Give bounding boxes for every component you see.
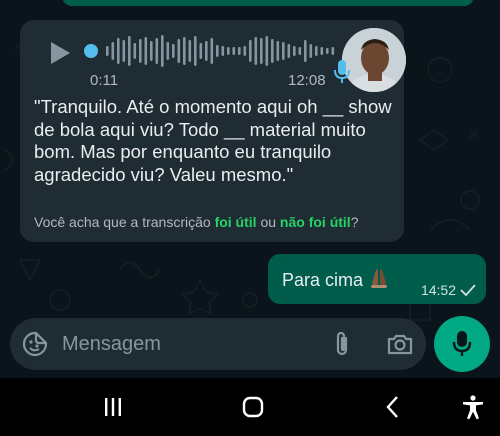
- waveform-bar: [298, 47, 302, 55]
- paperclip-icon[interactable]: [330, 330, 354, 358]
- waveform-bar: [183, 37, 186, 65]
- feedback-useful-link[interactable]: foi útil: [215, 214, 257, 230]
- waveform-bar: [320, 47, 324, 55]
- voice-message-bubble: 0:11 12:08 "Tranquilo. Até o momento aqu…: [20, 20, 406, 242]
- waveform-bar: [155, 38, 159, 64]
- waveform-bar: [122, 40, 126, 62]
- voice-transcription: "Tranquilo. Até o momento aqui oh __ sho…: [34, 96, 392, 185]
- folded-hands-emoji: [371, 269, 388, 288]
- waveform-bar: [144, 37, 148, 65]
- waveform-bar: [188, 40, 192, 62]
- outgoing-message-content: Para cima: [282, 266, 391, 291]
- playback-progress-handle[interactable]: [84, 44, 98, 58]
- waveform-bar: [276, 41, 280, 61]
- waveform-bar: [315, 46, 318, 56]
- sent-check-icon: [460, 284, 476, 296]
- waveform-bar: [177, 39, 181, 63]
- microphone-badge-icon: [332, 58, 352, 86]
- waveform-bar: [117, 38, 120, 64]
- waveform-bar: [194, 36, 197, 66]
- outgoing-message-text: Para cima: [282, 270, 364, 290]
- feedback-question: Você acha que a transcrição: [34, 214, 211, 230]
- outgoing-message-time: 14:52: [420, 282, 456, 298]
- waveform-bar: [254, 37, 258, 65]
- transcription-feedback: Você acha que a transcrição foi útil ou …: [34, 214, 400, 230]
- system-navigation-bar: [0, 378, 500, 436]
- waveform-bar: [210, 38, 214, 64]
- voice-elapsed-time: 0:11: [90, 72, 119, 89]
- recents-icon[interactable]: [100, 394, 126, 420]
- feedback-or: ou: [260, 214, 277, 230]
- waveform-bar: [309, 44, 313, 58]
- waveform-bar: [271, 39, 274, 63]
- waveform-bar: [331, 47, 335, 55]
- waveform-bar: [326, 48, 329, 54]
- voice-waveform[interactable]: [104, 32, 338, 70]
- sticker-emoji-icon[interactable]: [22, 331, 48, 357]
- back-icon[interactable]: [380, 394, 406, 420]
- outgoing-message-bubble: Para cima 14:52: [268, 254, 486, 304]
- waveform-bar: [238, 47, 241, 55]
- waveform-bar: [161, 35, 164, 67]
- message-input[interactable]: [62, 328, 302, 360]
- home-icon[interactable]: [240, 394, 266, 420]
- waveform-bar: [133, 43, 137, 59]
- message-composer: [10, 318, 426, 370]
- camera-icon[interactable]: [386, 332, 414, 356]
- waveform-bar: [216, 45, 219, 57]
- play-icon[interactable]: [46, 40, 72, 66]
- waveform-bar: [205, 41, 208, 61]
- waveform-bar: [282, 42, 285, 60]
- waveform-bar: [265, 36, 269, 66]
- waveform-bar: [304, 40, 307, 62]
- waveform-bar: [227, 47, 230, 55]
- waveform-bar: [232, 47, 236, 55]
- waveform-bar: [172, 44, 175, 58]
- waveform-bar: [221, 46, 225, 56]
- previous-message-bubble: [62, 0, 474, 6]
- voice-sent-time: 12:08: [288, 72, 326, 89]
- waveform-bar: [106, 46, 109, 56]
- waveform-bar: [166, 42, 170, 60]
- waveform-bar: [293, 46, 296, 56]
- record-voice-button[interactable]: [434, 316, 490, 372]
- waveform-bar: [128, 36, 131, 66]
- feedback-question-mark: ?: [350, 214, 359, 230]
- accessibility-icon[interactable]: [460, 394, 486, 420]
- waveform-bar: [139, 39, 142, 63]
- waveform-bar: [260, 38, 263, 64]
- waveform-bar: [111, 42, 115, 60]
- waveform-bar: [249, 40, 252, 62]
- waveform-bar: [199, 43, 203, 59]
- feedback-not-useful-link[interactable]: não foi útil: [280, 214, 351, 230]
- microphone-icon: [452, 331, 472, 356]
- waveform-bar: [150, 41, 153, 61]
- waveform-bar: [243, 46, 247, 56]
- waveform-bar: [287, 44, 291, 58]
